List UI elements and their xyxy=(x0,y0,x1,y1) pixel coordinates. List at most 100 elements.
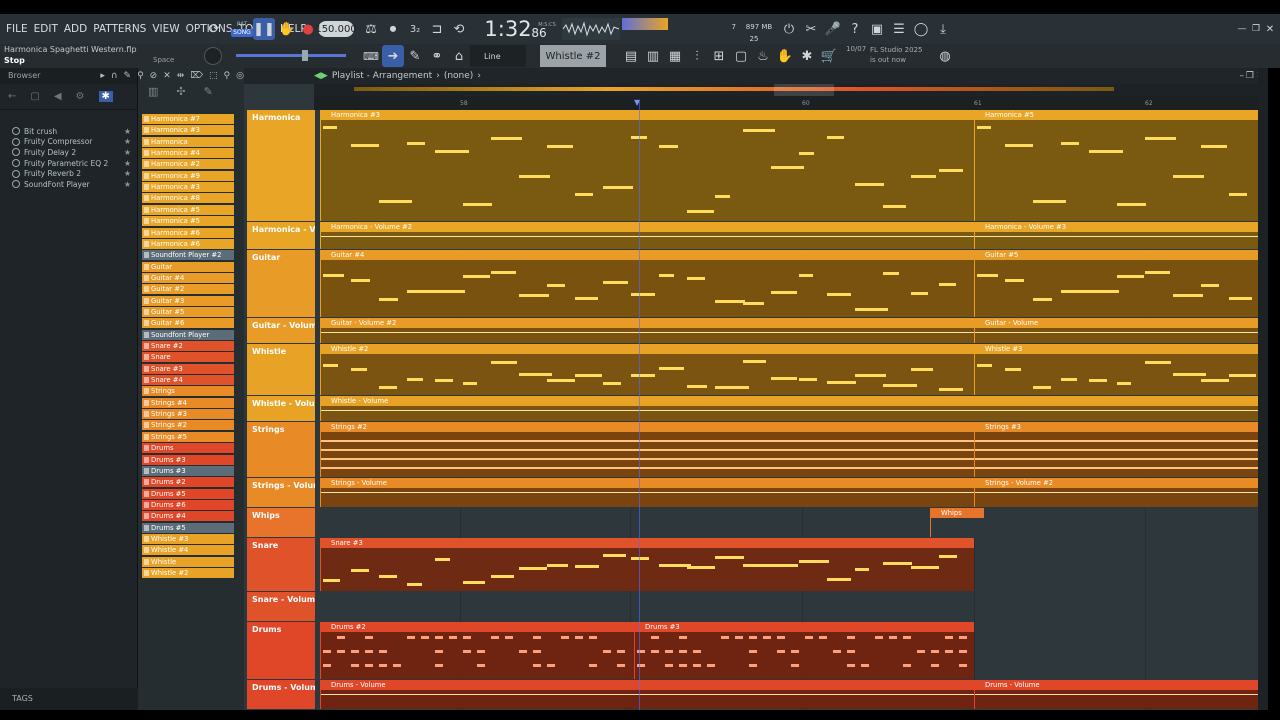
menu-file[interactable]: FILE xyxy=(6,23,28,35)
pattern-item[interactable]: Harmonica #8 xyxy=(142,193,234,204)
paint-icon[interactable]: ⚲ xyxy=(137,71,144,81)
pattern-item[interactable]: Drums #3 xyxy=(142,465,234,476)
countdown-icon[interactable]: 3₂ xyxy=(404,18,426,40)
overview-viewport[interactable] xyxy=(774,84,834,96)
track-header[interactable]: Whips xyxy=(247,508,315,537)
playlist-play-icon[interactable]: ◀▶ xyxy=(314,71,328,81)
pattern-item[interactable]: Harmonica #5 xyxy=(142,216,234,227)
pattern-item[interactable]: Strings #5 xyxy=(142,431,234,442)
playlist-clip[interactable]: Whistle - Volume xyxy=(320,396,1264,421)
pattern-item[interactable]: Soundfont Player #2 xyxy=(142,250,234,261)
pattern-item[interactable]: Harmonica xyxy=(142,136,234,147)
playback-icon[interactable]: ◎ xyxy=(236,71,244,81)
pat-song-toggle[interactable]: PAT SONG xyxy=(231,18,253,40)
browser-icon[interactable]: ▢ xyxy=(730,45,752,67)
slip-icon[interactable]: ⇹ xyxy=(177,71,185,81)
track-header[interactable]: Drums - Volume xyxy=(247,680,315,709)
pattern-item[interactable]: Whistle #3 xyxy=(142,533,234,544)
playlist-clip[interactable]: Drums #2 xyxy=(320,622,634,679)
record-mode-icon[interactable]: ⟳ xyxy=(203,18,225,40)
pattern-item[interactable]: Drums #3 xyxy=(142,454,234,465)
playlist-clip[interactable]: Guitar #5 xyxy=(974,250,1264,317)
plugin-item[interactable]: Bit crush ★ xyxy=(0,126,137,137)
pattern-item[interactable]: Drums #5 xyxy=(142,488,234,499)
mixer-view-icon[interactable]: ⫶ xyxy=(686,45,708,67)
track-header[interactable]: Snare xyxy=(247,538,315,591)
pattern-item[interactable]: Guitar #6 xyxy=(142,318,234,329)
pattern-item[interactable]: Harmonica #7 xyxy=(142,114,234,124)
pattern-item[interactable]: Snare #3 xyxy=(142,363,234,374)
playlist-clip[interactable]: Snare #3 xyxy=(320,538,974,591)
pattern-item[interactable]: Guitar xyxy=(142,261,234,272)
pattern-item[interactable]: Harmonica #2 xyxy=(142,159,234,170)
pattern-item[interactable]: Snare xyxy=(142,352,234,363)
current-channel-select[interactable]: Whistle #2 xyxy=(540,45,606,67)
pattern-item[interactable]: Strings xyxy=(142,386,234,397)
star-icon[interactable]: ★ xyxy=(124,169,131,178)
pattern-item[interactable]: Drums #5 xyxy=(142,522,234,533)
stop-button[interactable]: ✋ xyxy=(276,18,298,40)
playlist-clip[interactable]: Guitar #4 xyxy=(320,250,974,317)
playlist-clip[interactable]: Drums #3 xyxy=(634,622,974,679)
pattern-item[interactable]: Whistle #4 xyxy=(142,545,234,556)
playlist-clip[interactable]: Drums - Volume xyxy=(974,680,1264,709)
playlist-clip[interactable]: Harmonica - Volume #3 xyxy=(974,222,1264,249)
plugin-item[interactable]: Fruity Compressor ★ xyxy=(0,137,137,148)
wait-input-icon[interactable]: ⏺ xyxy=(382,18,404,40)
news-text[interactable]: FL Studio 2025 is out now xyxy=(846,45,926,65)
pattern-item[interactable]: Harmonica #3 xyxy=(142,182,234,193)
arrangement-name[interactable]: (none) xyxy=(444,71,473,81)
pattern-item[interactable]: Harmonica #9 xyxy=(142,170,234,181)
patterns-icon[interactable]: ⊞ xyxy=(708,45,730,67)
playlist-clip[interactable]: Harmonica #5 xyxy=(974,110,1264,221)
master-pitch-knob[interactable] xyxy=(204,47,222,65)
picker-move-icon[interactable]: ✣ xyxy=(176,85,185,98)
track-header[interactable]: Whistle xyxy=(247,344,315,395)
pattern-item[interactable]: Guitar #2 xyxy=(142,284,234,295)
pattern-item[interactable]: Drums #2 xyxy=(142,477,234,488)
playlist-clip[interactable]: Whistle #2 xyxy=(320,344,974,395)
browser-back-icon[interactable]: ← xyxy=(8,91,16,102)
plugin-item[interactable]: Fruity Reverb 2 ★ xyxy=(0,168,137,179)
plugin-picker-icon[interactable]: ♨ xyxy=(752,45,774,67)
pattern-item[interactable]: Harmonica #6 xyxy=(142,238,234,249)
picker-edit-icon[interactable]: ✎ xyxy=(204,85,213,98)
plugin-item[interactable]: SoundFont Player ★ xyxy=(0,179,137,190)
pattern-item[interactable]: Soundfont Player xyxy=(142,329,234,340)
menu-edit[interactable]: EDIT xyxy=(34,23,58,35)
loop-record-icon[interactable]: ⟲ xyxy=(448,18,470,40)
pencil-icon[interactable]: ✎ xyxy=(404,45,426,67)
playlist-clip[interactable]: Whips xyxy=(930,508,984,537)
microphone-icon[interactable]: 🎤 xyxy=(822,18,844,40)
track-header[interactable]: Guitar - Volume xyxy=(247,318,315,343)
playlist-clip[interactable]: Guitar - Volume #2 xyxy=(320,318,974,343)
pause-button[interactable]: ❚❚ xyxy=(253,18,275,40)
download-icon[interactable]: ⤓ xyxy=(932,18,954,40)
playlist-clip[interactable]: Guitar - Volume xyxy=(974,318,1264,343)
song-time[interactable]: 1:32 xyxy=(484,17,531,41)
pattern-item[interactable]: Harmonica #3 xyxy=(142,125,234,136)
track-header[interactable]: Strings - Volume xyxy=(247,478,315,507)
playlist-menu-icon[interactable]: ▸ xyxy=(100,71,105,81)
cut-icon[interactable]: ✂ xyxy=(800,18,822,40)
menu-view[interactable]: VIEW xyxy=(152,23,179,35)
playlist-clip[interactable]: Strings #2 xyxy=(320,422,974,477)
tags-bar[interactable]: TAGS xyxy=(0,688,138,710)
playlist-minimize-icon[interactable]: – xyxy=(1240,71,1245,81)
chat-icon[interactable]: ◯ xyxy=(910,18,932,40)
keyboard-icon[interactable]: ⌨ xyxy=(360,45,382,67)
track-header[interactable]: Snare - Volume xyxy=(247,592,315,621)
star-icon[interactable]: ★ xyxy=(124,127,131,136)
playlist-icon[interactable]: ▦ xyxy=(664,45,686,67)
track-header[interactable]: Harmonica - Vol... xyxy=(247,222,315,249)
track-header[interactable]: Strings xyxy=(247,422,315,477)
playlist-clip[interactable]: Harmonica - Volume #2 xyxy=(320,222,974,249)
star-icon[interactable]: ★ xyxy=(124,137,131,146)
menu-patterns[interactable]: PATTERNS xyxy=(93,23,146,35)
slice-icon[interactable]: ⌦ xyxy=(190,71,203,81)
browser-file-icon[interactable]: ▢ xyxy=(30,91,39,102)
undo-history-icon[interactable]: ⏻ xyxy=(778,18,800,40)
browser-speaker-icon[interactable]: ◀ xyxy=(54,91,62,102)
help-icon[interactable]: ? xyxy=(844,18,866,40)
minimize-icon[interactable]: — xyxy=(1236,18,1248,40)
